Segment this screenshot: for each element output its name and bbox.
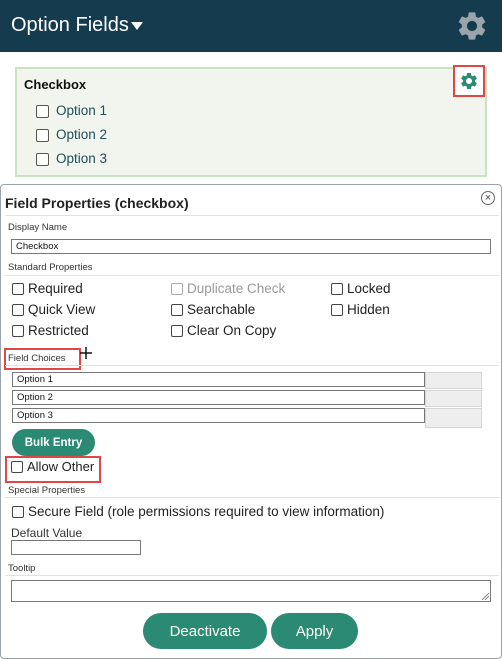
display-name-input[interactable]: [11, 239, 491, 254]
checkbox[interactable]: [331, 283, 343, 295]
divider: [5, 275, 499, 276]
close-icon[interactable]: ×: [481, 191, 495, 205]
checkbox[interactable]: [12, 304, 24, 316]
standard-properties-label: Standard Properties: [8, 262, 93, 273]
app-header: Option Fields: [0, 0, 502, 52]
field-choices-label: Field Choices: [8, 353, 66, 364]
option-label: Option 3: [56, 151, 108, 166]
default-value-input[interactable]: [11, 540, 141, 555]
apply-button[interactable]: Apply: [271, 613, 358, 649]
checkbox[interactable]: [11, 461, 23, 473]
checkbox[interactable]: [331, 304, 343, 316]
dialog-title: Field Properties (checkbox): [5, 195, 189, 211]
checkbox-label: Required: [28, 281, 83, 296]
special-properties-label: Special Properties: [8, 485, 86, 496]
checkbox-label: Searchable: [187, 302, 256, 317]
gear-icon: [461, 72, 477, 89]
checkbox-label: Clear On Copy: [187, 323, 277, 338]
checkbox[interactable]: [36, 105, 49, 118]
resize-handle-icon[interactable]: [482, 593, 489, 600]
checkbox[interactable]: [36, 153, 49, 166]
checkbox[interactable]: [12, 325, 24, 337]
deactivate-button[interactable]: Deactivate: [143, 613, 267, 649]
option-label: Option 2: [56, 127, 108, 142]
divider: [5, 215, 499, 216]
cursor-crosshair-icon: [80, 347, 92, 359]
option-label: Option 1: [56, 103, 108, 118]
checkbox[interactable]: [171, 304, 183, 316]
checkbox[interactable]: [171, 325, 183, 337]
choice-action-cell: [425, 408, 482, 428]
checkbox[interactable]: [12, 506, 24, 518]
bulk-entry-button[interactable]: Bulk Entry: [12, 429, 95, 456]
tooltip-textarea[interactable]: [11, 580, 491, 602]
choice-action-cell: [425, 372, 482, 389]
checkbox: [171, 283, 183, 295]
checkbox[interactable]: [12, 283, 24, 295]
checkbox-label: Allow Other: [27, 459, 95, 474]
checkbox-label: Secure Field (role permissions required …: [28, 504, 385, 519]
field-properties-dialog: Field Properties (checkbox) × Display Na…: [0, 184, 502, 659]
divider: [5, 575, 499, 576]
divider: [5, 365, 499, 366]
checkbox[interactable]: [36, 129, 49, 142]
field-title: Checkbox: [24, 77, 87, 92]
checkbox-label: Duplicate Check: [187, 281, 286, 296]
tooltip-label: Tooltip: [8, 563, 36, 574]
divider: [5, 497, 499, 498]
field-settings-button[interactable]: [453, 65, 485, 97]
page-title[interactable]: Option Fields: [11, 14, 129, 37]
field-choice-input[interactable]: [12, 408, 425, 423]
default-value-label: Default Value: [11, 526, 83, 540]
choice-action-cell: [425, 390, 482, 407]
preview-area: Checkbox Option 1 Option 2 Option 3: [0, 52, 502, 187]
checkbox-label: Quick View: [28, 302, 96, 317]
checkbox-label: Locked: [347, 281, 391, 296]
gear-icon[interactable]: [455, 9, 489, 43]
caret-down-icon[interactable]: [131, 22, 143, 30]
display-name-label: Display Name: [8, 222, 68, 233]
checkbox-label: Restricted: [28, 323, 89, 338]
field-choice-input[interactable]: [12, 372, 425, 387]
checkbox-label: Hidden: [347, 302, 390, 317]
checkbox-field-card[interactable]: Checkbox Option 1 Option 2 Option 3: [15, 65, 487, 177]
field-choice-input[interactable]: [12, 390, 425, 405]
